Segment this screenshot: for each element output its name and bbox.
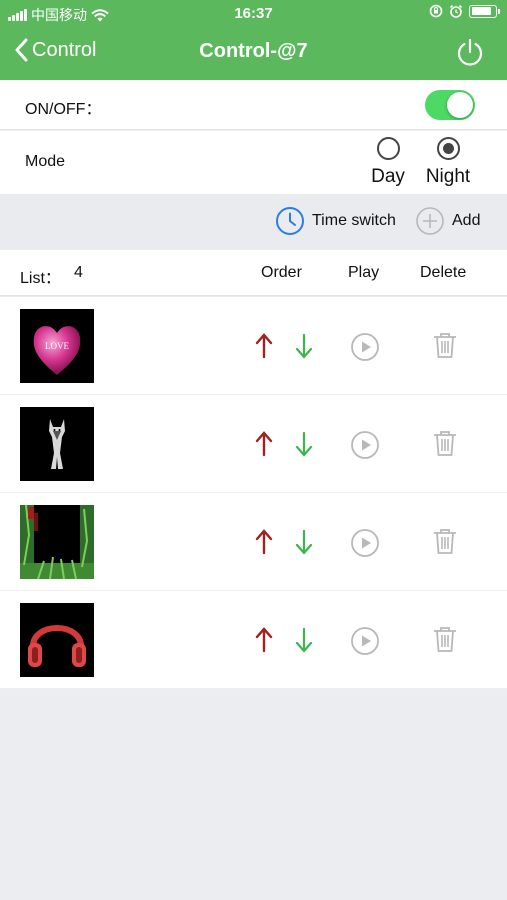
list-toolbar: Time switch Add xyxy=(0,194,507,250)
item-thumbnail-heart: LOVE xyxy=(20,309,94,383)
delete-button[interactable] xyxy=(432,331,458,364)
battery-fill xyxy=(471,7,492,15)
arrow-down-icon xyxy=(295,333,313,359)
play-button[interactable] xyxy=(350,430,380,465)
status-right xyxy=(429,4,500,18)
power-toggle[interactable] xyxy=(425,90,475,120)
play-button[interactable] xyxy=(350,528,380,563)
move-up-button[interactable] xyxy=(254,529,274,560)
battery-icon xyxy=(469,4,500,18)
add-button[interactable]: Add xyxy=(415,206,480,236)
mode-option-night[interactable]: Night xyxy=(418,137,478,188)
item-thumbnail-headphones xyxy=(20,603,94,677)
rotation-lock-icon xyxy=(429,4,443,18)
list-item xyxy=(0,395,507,493)
trash-icon xyxy=(434,431,456,456)
delete-column-header: Delete xyxy=(420,264,467,281)
list-header: List： 4 Order Play Delete xyxy=(0,250,507,296)
night-radio[interactable] xyxy=(436,137,460,160)
app-header: 中国移动 16:37 Control Control-@7 xyxy=(0,0,507,80)
list-label: List： xyxy=(20,270,61,287)
heart-text: LOVE xyxy=(45,341,69,351)
time-switch-button[interactable]: Time switch xyxy=(275,206,396,236)
onoff-label: ON/OFF： xyxy=(25,101,102,118)
radio-selected-dot xyxy=(442,143,454,154)
back-label: Control xyxy=(32,38,97,61)
item-thumbnail-grass xyxy=(20,505,94,579)
power-icon xyxy=(457,38,483,66)
list-item: LOVE xyxy=(0,297,507,395)
play-circle-icon xyxy=(351,627,379,655)
play-circle-icon xyxy=(351,529,379,557)
chevron-left-icon xyxy=(15,38,28,62)
play-button[interactable] xyxy=(350,626,380,661)
arrow-down-icon xyxy=(295,529,313,555)
move-up-button[interactable] xyxy=(254,431,274,462)
mode-option-day[interactable]: Day xyxy=(358,137,418,188)
heart-image: LOVE xyxy=(33,326,81,375)
move-down-button[interactable] xyxy=(294,431,314,462)
toggle-knob xyxy=(447,92,473,118)
order-column-header: Order xyxy=(261,264,302,281)
day-radio[interactable] xyxy=(376,137,400,160)
night-label: Night xyxy=(425,166,471,187)
mode-label: Mode xyxy=(25,153,66,170)
arrow-up-icon xyxy=(255,333,273,359)
delete-button[interactable] xyxy=(432,625,458,658)
time-switch-label: Time switch xyxy=(312,212,396,229)
wolf-image xyxy=(49,419,65,469)
add-circle-icon xyxy=(416,207,444,235)
grass-frame-image xyxy=(20,505,94,579)
arrow-up-icon xyxy=(255,431,273,457)
trash-icon xyxy=(434,529,456,554)
delete-button[interactable] xyxy=(432,527,458,560)
play-circle-icon xyxy=(351,431,379,459)
arrow-down-icon xyxy=(295,431,313,457)
power-switch-row: ON/OFF： xyxy=(0,80,507,130)
status-bar: 中国移动 16:37 xyxy=(0,0,507,28)
arrow-down-icon xyxy=(295,627,313,653)
move-down-button[interactable] xyxy=(294,333,314,364)
play-circle-icon xyxy=(351,333,379,361)
arrow-up-icon xyxy=(255,529,273,555)
power-button[interactable] xyxy=(455,37,485,72)
move-down-button[interactable] xyxy=(294,529,314,560)
clock-icon xyxy=(276,207,304,235)
back-button[interactable]: Control xyxy=(14,38,96,62)
list-item xyxy=(0,493,507,591)
move-up-button[interactable] xyxy=(254,627,274,658)
move-down-button[interactable] xyxy=(294,627,314,658)
delete-button[interactable] xyxy=(432,429,458,462)
play-button[interactable] xyxy=(350,332,380,367)
mode-row: Mode Day Night xyxy=(0,131,507,194)
alarm-icon xyxy=(449,4,463,18)
trash-icon xyxy=(434,333,456,358)
arrow-up-icon xyxy=(255,627,273,653)
move-up-button[interactable] xyxy=(254,333,274,364)
day-label: Day xyxy=(371,166,405,187)
headphones-image xyxy=(28,625,86,667)
list-count: 4 xyxy=(74,264,83,281)
trash-icon xyxy=(434,627,456,652)
play-column-header: Play xyxy=(348,264,380,281)
add-label: Add xyxy=(452,212,481,229)
list-item xyxy=(0,591,507,689)
item-thumbnail-wolf xyxy=(20,407,94,481)
